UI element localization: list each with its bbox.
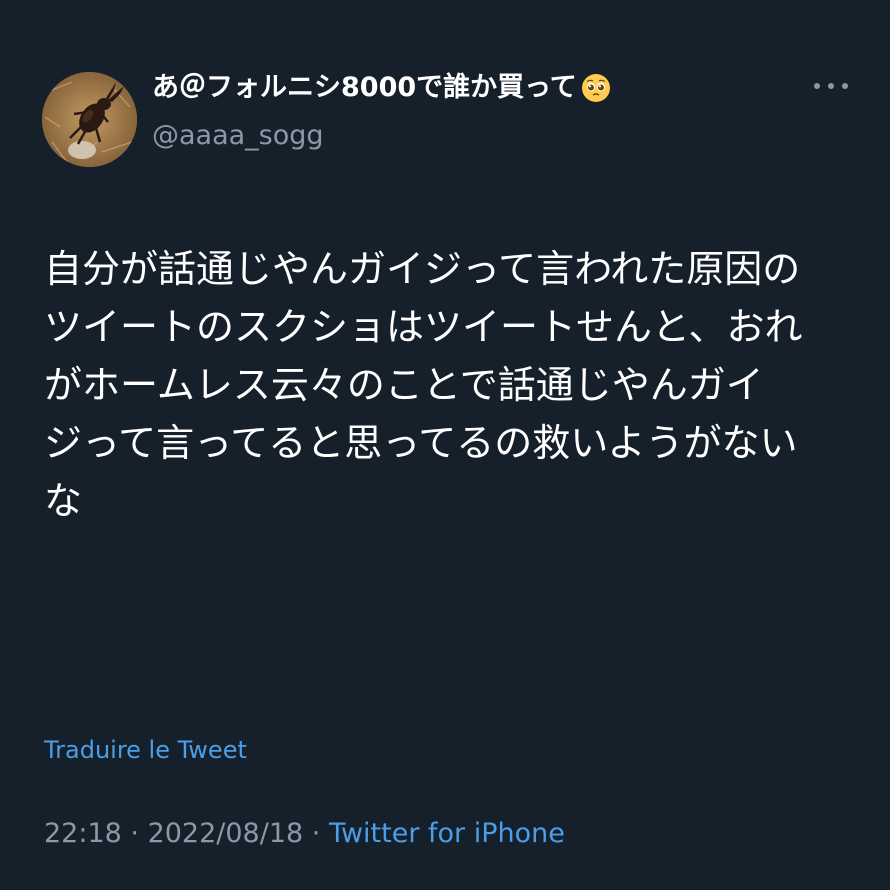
tweet-metadata: 22:18 · 2022/08/18 · Twitter for iPhone xyxy=(44,814,565,854)
tweet-source-link[interactable]: Twitter for iPhone xyxy=(329,818,565,849)
translate-tweet-link[interactable]: Traduire le Tweet xyxy=(44,733,247,767)
beetle-avatar-image xyxy=(42,72,137,167)
more-horizontal-icon[interactable] xyxy=(814,74,848,98)
meta-separator: · xyxy=(121,818,148,849)
more-dot xyxy=(828,83,834,89)
tweet-date[interactable]: 2022/08/18 xyxy=(148,818,304,849)
more-dot xyxy=(842,83,848,89)
pleading-face-icon xyxy=(581,73,611,103)
avatar[interactable] xyxy=(42,72,137,167)
display-name[interactable]: あ＠フォルニシ8000で誰か買って xyxy=(152,70,611,106)
user-handle[interactable]: @aaaa_sogg xyxy=(152,118,324,154)
more-dot xyxy=(814,83,820,89)
display-name-text: あ＠フォルニシ8000で誰か買って xyxy=(152,72,577,103)
tweet-text: 自分が話通じやんガイジって言われた原因の ツイートのスクショはツイートせんと、お… xyxy=(44,247,803,523)
tweet: あ＠フォルニシ8000で誰か買って @aaaa_sogg 自分が話通じやんガイジ… xyxy=(0,0,890,890)
meta-separator: · xyxy=(303,818,329,849)
tweet-time[interactable]: 22:18 xyxy=(44,818,122,849)
